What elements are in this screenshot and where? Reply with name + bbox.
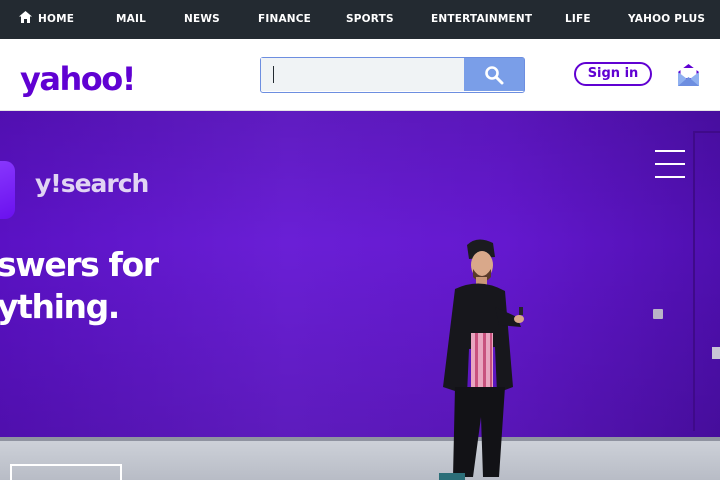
search-bar xyxy=(260,57,525,93)
nav-home[interactable]: HOME xyxy=(19,0,74,39)
search-icon xyxy=(485,66,504,85)
mail-icon[interactable] xyxy=(676,62,701,88)
text-caret xyxy=(273,66,274,83)
search-input[interactable] xyxy=(261,58,465,91)
nav-finance[interactable]: FINANCE xyxy=(258,0,311,39)
yahoo-logo[interactable]: yahoo! xyxy=(20,59,136,99)
hero-headline: swers for ything. xyxy=(0,244,159,328)
wall-fixture xyxy=(653,309,663,319)
headline-line-2: ything. xyxy=(0,287,120,326)
search-button[interactable] xyxy=(464,58,524,91)
yahoo-search-app-icon xyxy=(0,161,15,219)
wall-fixture-2 xyxy=(712,347,720,359)
sidewalk-edge xyxy=(0,437,720,441)
yahoo-search-brand: y!search xyxy=(35,169,149,198)
nav-yahoo-plus[interactable]: YAHOO PLUS xyxy=(628,0,705,39)
nav-news[interactable]: NEWS xyxy=(184,0,220,39)
sign-in-button[interactable]: Sign in xyxy=(574,62,652,86)
top-nav: HOME MAIL NEWS FINANCE SPORTS ENTERTAINM… xyxy=(0,0,720,39)
nav-entertainment[interactable]: ENTERTAINMENT xyxy=(431,0,532,39)
hero-cta-button[interactable] xyxy=(10,464,122,480)
person-illustration xyxy=(439,239,524,480)
headline-line-1: swers for xyxy=(0,245,159,284)
door-frame xyxy=(693,131,695,431)
header: yahoo! Sign in xyxy=(0,39,720,111)
hamburger-menu-icon[interactable] xyxy=(655,149,685,179)
nav-life[interactable]: LIFE xyxy=(565,0,591,39)
hero-banner: y!search swers for ything. xyxy=(0,111,720,480)
home-icon xyxy=(19,11,32,23)
door-frame-top xyxy=(693,131,720,133)
nav-sports[interactable]: SPORTS xyxy=(346,0,394,39)
nav-mail[interactable]: MAIL xyxy=(116,0,146,39)
nav-home-label: HOME xyxy=(38,13,75,25)
